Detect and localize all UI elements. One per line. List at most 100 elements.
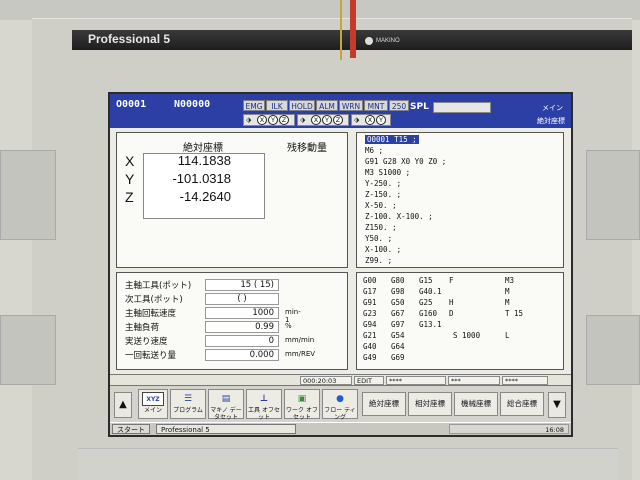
next-tool-value: ( ) <box>205 293 279 305</box>
spindle-load-label: 主軸負荷 <box>125 323 160 333</box>
feed-per-rev-value: 0.000 <box>205 349 279 361</box>
modal-code: G64 <box>391 342 405 351</box>
spl-field <box>433 102 491 113</box>
remaining-distance-title: 残移動量 <box>287 143 327 154</box>
cnc-screen: O0001 N00000 EMG ILK HOLD ALM WRN MNT 25… <box>108 92 573 437</box>
status-slot-3: **** <box>502 376 548 385</box>
modal-code: G50 <box>391 298 405 307</box>
next-tool-label: 次工具(ポット) <box>125 295 183 305</box>
program-line[interactable]: X-100. ; <box>365 245 401 254</box>
program-line[interactable]: Z-100. X-100. ; <box>365 212 433 221</box>
modal-code: G160 <box>419 309 438 318</box>
modal-code: G94 <box>363 320 377 329</box>
flag-ilk: ILK <box>266 100 288 111</box>
modal-info-panel: G00 G80 G15 F M3 G17 G98 G40.1 M G91 G50… <box>356 272 564 370</box>
program-line[interactable]: G91 G28 X0 Y0 Z0 ; <box>365 157 446 166</box>
header-bar: O0001 N00000 EMG ILK HOLD ALM WRN MNT 25… <box>110 94 571 128</box>
modal-code: G40.1 <box>419 287 442 296</box>
modal-code: S 1000 <box>453 331 481 340</box>
menu-softkey[interactable]: XYZ メイン <box>138 389 168 419</box>
program-line[interactable]: Z99. ; <box>365 256 392 265</box>
spindle-speed-label: 主軸回転速度 <box>125 309 177 319</box>
operation-mode: EDIT <box>354 376 384 385</box>
taskbar-task-professional5[interactable]: Professional 5 <box>156 424 296 434</box>
actual-feed-unit: mm/min <box>285 336 315 344</box>
system-tray-clock: 16:08 <box>449 424 569 434</box>
model-name: Professional 5 <box>88 32 171 46</box>
modal-code: M3 <box>505 276 515 285</box>
spindle-tool-value: 15 ( 15) <box>205 279 279 291</box>
axis-x-value: 114.1838 <box>177 153 231 168</box>
modal-code: L <box>505 331 510 340</box>
screen-sub-label: 絶対座標 <box>537 117 565 125</box>
axis-flags-3: ⬗ X Y <box>351 114 391 126</box>
flow-softkey[interactable]: ● フロー ティング <box>322 389 358 421</box>
program-line-current[interactable]: O0001 T15 ; <box>365 135 419 144</box>
function-key-bar: ▲ XYZ メイン ☰ プログラム ▤ マキノ データセット ⊥ 工具 オフセッ… <box>110 386 571 422</box>
spindle-load-value: 0.99 <box>205 321 279 333</box>
program-line[interactable]: Z150. ; <box>365 223 397 232</box>
softkey-label: ワーク オフセット <box>286 407 318 421</box>
program-line[interactable]: M6 ; <box>365 146 383 155</box>
spindle-speed-value: 1000 <box>205 307 279 319</box>
modal-code: F <box>449 276 454 285</box>
flag-wrn: WRN <box>339 100 363 111</box>
axis-y-value: -101.0318 <box>172 171 231 186</box>
start-button[interactable]: スタート <box>112 424 150 434</box>
page-down-button[interactable]: ▼ <box>548 392 566 418</box>
modal-code: G49 <box>363 353 377 362</box>
right-side-panel-lower <box>586 315 640 385</box>
axis-z-value: -14.2640 <box>179 189 231 204</box>
program-icon: ☰ <box>183 394 193 404</box>
program-panel[interactable]: O0001 T15 ; M6 ; G91 G28 X0 Y0 Z0 ; M3 S… <box>356 132 564 268</box>
axis-x-flag: X <box>365 115 375 125</box>
brand-logo: MAKINO <box>365 37 400 45</box>
machine-position-softkey[interactable]: 機械座標 <box>454 392 498 416</box>
page-up-button[interactable]: ▲ <box>114 392 132 418</box>
axis-flags-1: ⬗ X Y Z <box>243 114 295 126</box>
absolute-position-softkey[interactable]: 絶対座標 <box>362 392 406 416</box>
axis-y-flag: Y <box>322 115 332 125</box>
program-softkey[interactable]: ☰ プログラム <box>170 389 206 419</box>
modal-code: G15 <box>419 276 433 285</box>
work-offset-softkey[interactable]: ▣ ワーク オフセット <box>284 389 320 421</box>
program-line[interactable]: Z-150. ; <box>365 190 401 199</box>
axis-z-flag: Z <box>333 115 343 125</box>
modal-code: H <box>449 298 454 307</box>
modal-code: G23 <box>363 309 377 318</box>
axis-z-flag: Z <box>279 115 289 125</box>
machine-data-softkey[interactable]: ▤ マキノ データセット <box>208 389 244 421</box>
status-slot-2: *** <box>448 376 500 385</box>
program-line[interactable]: Y50. ; <box>365 234 392 243</box>
program-line[interactable]: X-50. ; <box>365 201 397 210</box>
modal-code: G98 <box>391 287 405 296</box>
modal-code: G67 <box>391 309 405 318</box>
axis-x-flag: X <box>311 115 321 125</box>
yellow-cable <box>340 0 342 60</box>
relative-position-softkey[interactable]: 相対座標 <box>408 392 452 416</box>
axis-feed-icon: ⬗ <box>300 116 306 124</box>
total-position-softkey[interactable]: 総合座標 <box>500 392 544 416</box>
modal-code: G21 <box>363 331 377 340</box>
logo-text: MAKINO <box>376 38 400 44</box>
status-bar: 000:20:03 EDIT **** *** **** <box>110 374 571 386</box>
flag-hold: HOLD <box>289 100 315 111</box>
modal-code: M <box>505 287 510 296</box>
program-line[interactable]: M3 S1000 ; <box>365 168 410 177</box>
program-header-selected: O0001 T15 ; <box>365 135 419 144</box>
tool-offset-softkey[interactable]: ⊥ 工具 オフセット <box>246 389 282 421</box>
softkey-label: プログラム <box>173 407 203 414</box>
axis-flags-2: ⬗ X Y Z <box>297 114 349 126</box>
spindle-load-unit: % <box>285 322 292 330</box>
modal-code: G13.1 <box>419 320 442 329</box>
axis-y-flag: Y <box>268 115 278 125</box>
modal-code: M <box>505 298 510 307</box>
feed-per-rev-unit: mm/REV <box>285 350 316 358</box>
axis-lock-icon: ⬗ <box>246 116 252 124</box>
red-cable <box>350 0 356 58</box>
left-side-panel <box>0 150 56 240</box>
program-line[interactable]: Y-250. ; <box>365 179 401 188</box>
modal-code: G91 <box>363 298 377 307</box>
run-time: 000:20:03 <box>300 376 352 385</box>
xyz-icon: XYZ <box>142 392 164 406</box>
